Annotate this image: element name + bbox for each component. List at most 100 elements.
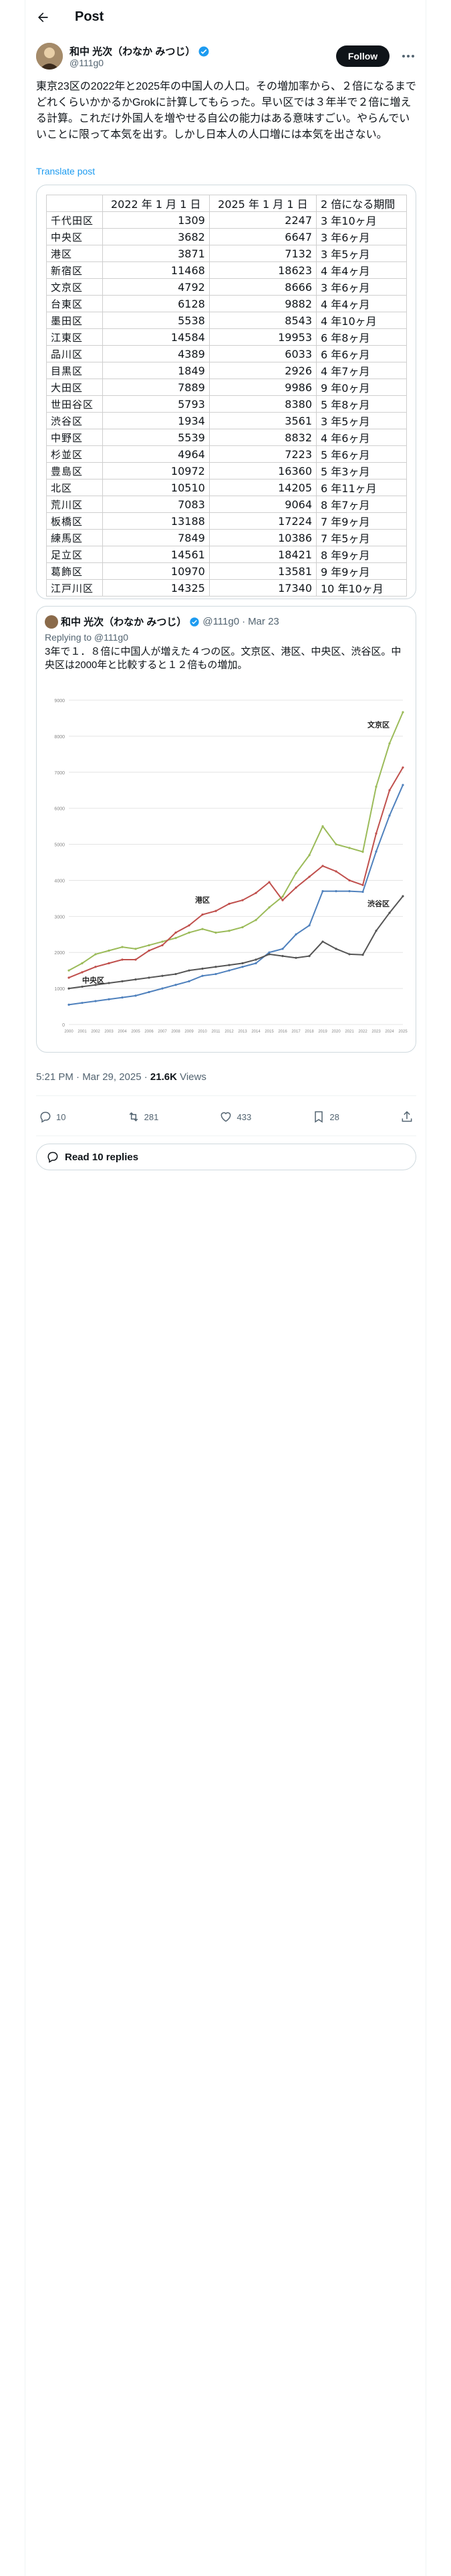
population-value: 14584 xyxy=(102,328,210,346)
y-tick-label: 4000 xyxy=(54,879,65,883)
ward-name: 世田谷区 xyxy=(46,395,103,413)
data-point xyxy=(81,985,84,988)
data-point xyxy=(67,969,70,972)
ward-name: 江戸川区 xyxy=(46,579,103,597)
population-value: 17340 xyxy=(208,579,317,597)
y-tick-label: 1000 xyxy=(54,987,65,992)
data-point xyxy=(121,958,124,961)
table-row: 足立区 14561 18421 8 年9ヶ月 xyxy=(46,546,407,563)
verified-badge-icon xyxy=(198,46,209,56)
data-point xyxy=(402,895,404,897)
post-timestamp[interactable]: 5:21 PM · Mar 29, 2025 · xyxy=(36,1071,150,1083)
share-button[interactable] xyxy=(400,1110,414,1123)
data-point xyxy=(214,931,217,934)
x-tick-label: 2021 xyxy=(345,1030,354,1034)
data-point xyxy=(148,949,150,952)
data-point xyxy=(134,958,137,961)
back-arrow-icon[interactable] xyxy=(36,11,49,24)
data-point xyxy=(255,891,257,894)
population-value: 9986 xyxy=(208,379,317,396)
population-value: 3682 xyxy=(102,228,210,245)
population-value: 2926 xyxy=(208,362,317,379)
population-value: 16360 xyxy=(208,462,317,479)
data-point xyxy=(402,711,404,714)
quote-avatar xyxy=(45,615,58,629)
x-tick-label: 2007 xyxy=(158,1030,167,1034)
avatar[interactable] xyxy=(36,43,63,70)
population-value: 8380 xyxy=(208,395,317,413)
population-value: 1934 xyxy=(102,412,210,429)
data-point xyxy=(255,962,257,964)
data-point xyxy=(121,996,124,999)
x-tick-label: 2019 xyxy=(318,1030,327,1034)
doubling-period: 10 年10ヶ月 xyxy=(316,579,407,597)
population-value: 19953 xyxy=(208,328,317,346)
y-tick-label: 9000 xyxy=(54,699,65,704)
population-value: 18623 xyxy=(208,261,317,279)
x-tick-label: 2004 xyxy=(118,1030,127,1034)
quote-author-name: 和中 光次（わなか みつじ） xyxy=(61,617,187,628)
population-value: 11468 xyxy=(102,261,210,279)
x-tick-label: 2008 xyxy=(171,1030,180,1034)
data-point xyxy=(148,976,150,979)
population-value: 5539 xyxy=(102,429,210,446)
x-tick-label: 2010 xyxy=(198,1030,207,1034)
quote-handle: @111g0 xyxy=(202,616,240,627)
author-name[interactable]: 和中 光次（わなか みつじ） xyxy=(69,44,195,58)
table-row: 板橋区 13188 17224 7 年9ヶ月 xyxy=(46,512,407,530)
data-point xyxy=(94,966,97,968)
data-point xyxy=(174,937,177,940)
population-value: 6128 xyxy=(102,295,210,312)
author-handle[interactable]: @111g0 xyxy=(69,58,104,68)
data-point xyxy=(148,944,150,947)
population-value: 3561 xyxy=(208,412,317,429)
table-header: 2022 年 1 月 1 日 xyxy=(102,195,210,212)
table-row: 練馬区 7849 10386 7 年5ヶ月 xyxy=(46,529,407,546)
data-point xyxy=(281,895,284,898)
repost-button[interactable]: 281 xyxy=(127,1110,158,1123)
x-tick-label: 2014 xyxy=(251,1030,261,1034)
doubling-period: 4 年6ヶ月 xyxy=(316,429,407,446)
verified-badge-icon xyxy=(190,617,200,627)
table-row: 豊島区 10972 16360 5 年3ヶ月 xyxy=(46,462,407,479)
data-point xyxy=(121,946,124,948)
ward-name: 江東区 xyxy=(46,328,103,346)
more-options-icon[interactable] xyxy=(400,48,416,64)
population-value: 1849 xyxy=(102,362,210,379)
data-point xyxy=(308,875,311,878)
population-value: 14325 xyxy=(102,579,210,597)
x-tick-label: 2005 xyxy=(131,1030,140,1034)
quoted-post[interactable]: 和中 光次（わなか みつじ） @111g0 · Mar 23 Replying … xyxy=(36,606,416,1053)
follow-button[interactable]: Follow xyxy=(336,45,390,67)
data-point xyxy=(388,814,391,817)
x-tick-label: 2025 xyxy=(398,1030,408,1034)
population-value: 13188 xyxy=(102,512,210,530)
doubling-period: 8 年7ヶ月 xyxy=(316,496,407,513)
bookmark-icon xyxy=(315,1111,323,1123)
read-replies-button[interactable]: Read 10 replies xyxy=(36,1144,416,1170)
bookmark-button[interactable]: 28 xyxy=(312,1110,339,1123)
post-image-table[interactable]: 2022 年 1 月 1 日 2025 年 1 月 1 日 2 倍になる期間 千… xyxy=(36,185,416,599)
x-tick-label: 2013 xyxy=(238,1030,247,1034)
series-label: 渋谷区 xyxy=(367,899,390,908)
series-line xyxy=(68,767,404,978)
data-point xyxy=(228,930,231,932)
population-value: 10970 xyxy=(102,562,210,580)
x-tick-label: 2003 xyxy=(104,1030,114,1034)
x-tick-label: 2017 xyxy=(291,1030,301,1034)
table-row: 江戸川区 14325 17340 10 年10ヶ月 xyxy=(46,579,407,597)
post-author: 和中 光次（わなか みつじ） @111g0 Follow xyxy=(36,43,416,72)
doubling-period: 4 年4ヶ月 xyxy=(316,261,407,279)
population-value: 5793 xyxy=(102,395,210,413)
reply-button[interactable]: 10 xyxy=(39,1110,65,1123)
population-value: 8543 xyxy=(208,312,317,329)
data-point xyxy=(161,940,164,943)
ward-name: 品川区 xyxy=(46,345,103,362)
like-button[interactable]: 433 xyxy=(219,1110,251,1123)
doubling-period: 3 年10ヶ月 xyxy=(316,211,407,229)
data-point xyxy=(108,962,110,964)
ward-name: 墨田区 xyxy=(46,312,103,329)
data-point xyxy=(361,851,364,853)
doubling-period: 3 年6ヶ月 xyxy=(316,228,407,245)
translate-post-link[interactable]: Translate post xyxy=(36,166,95,177)
